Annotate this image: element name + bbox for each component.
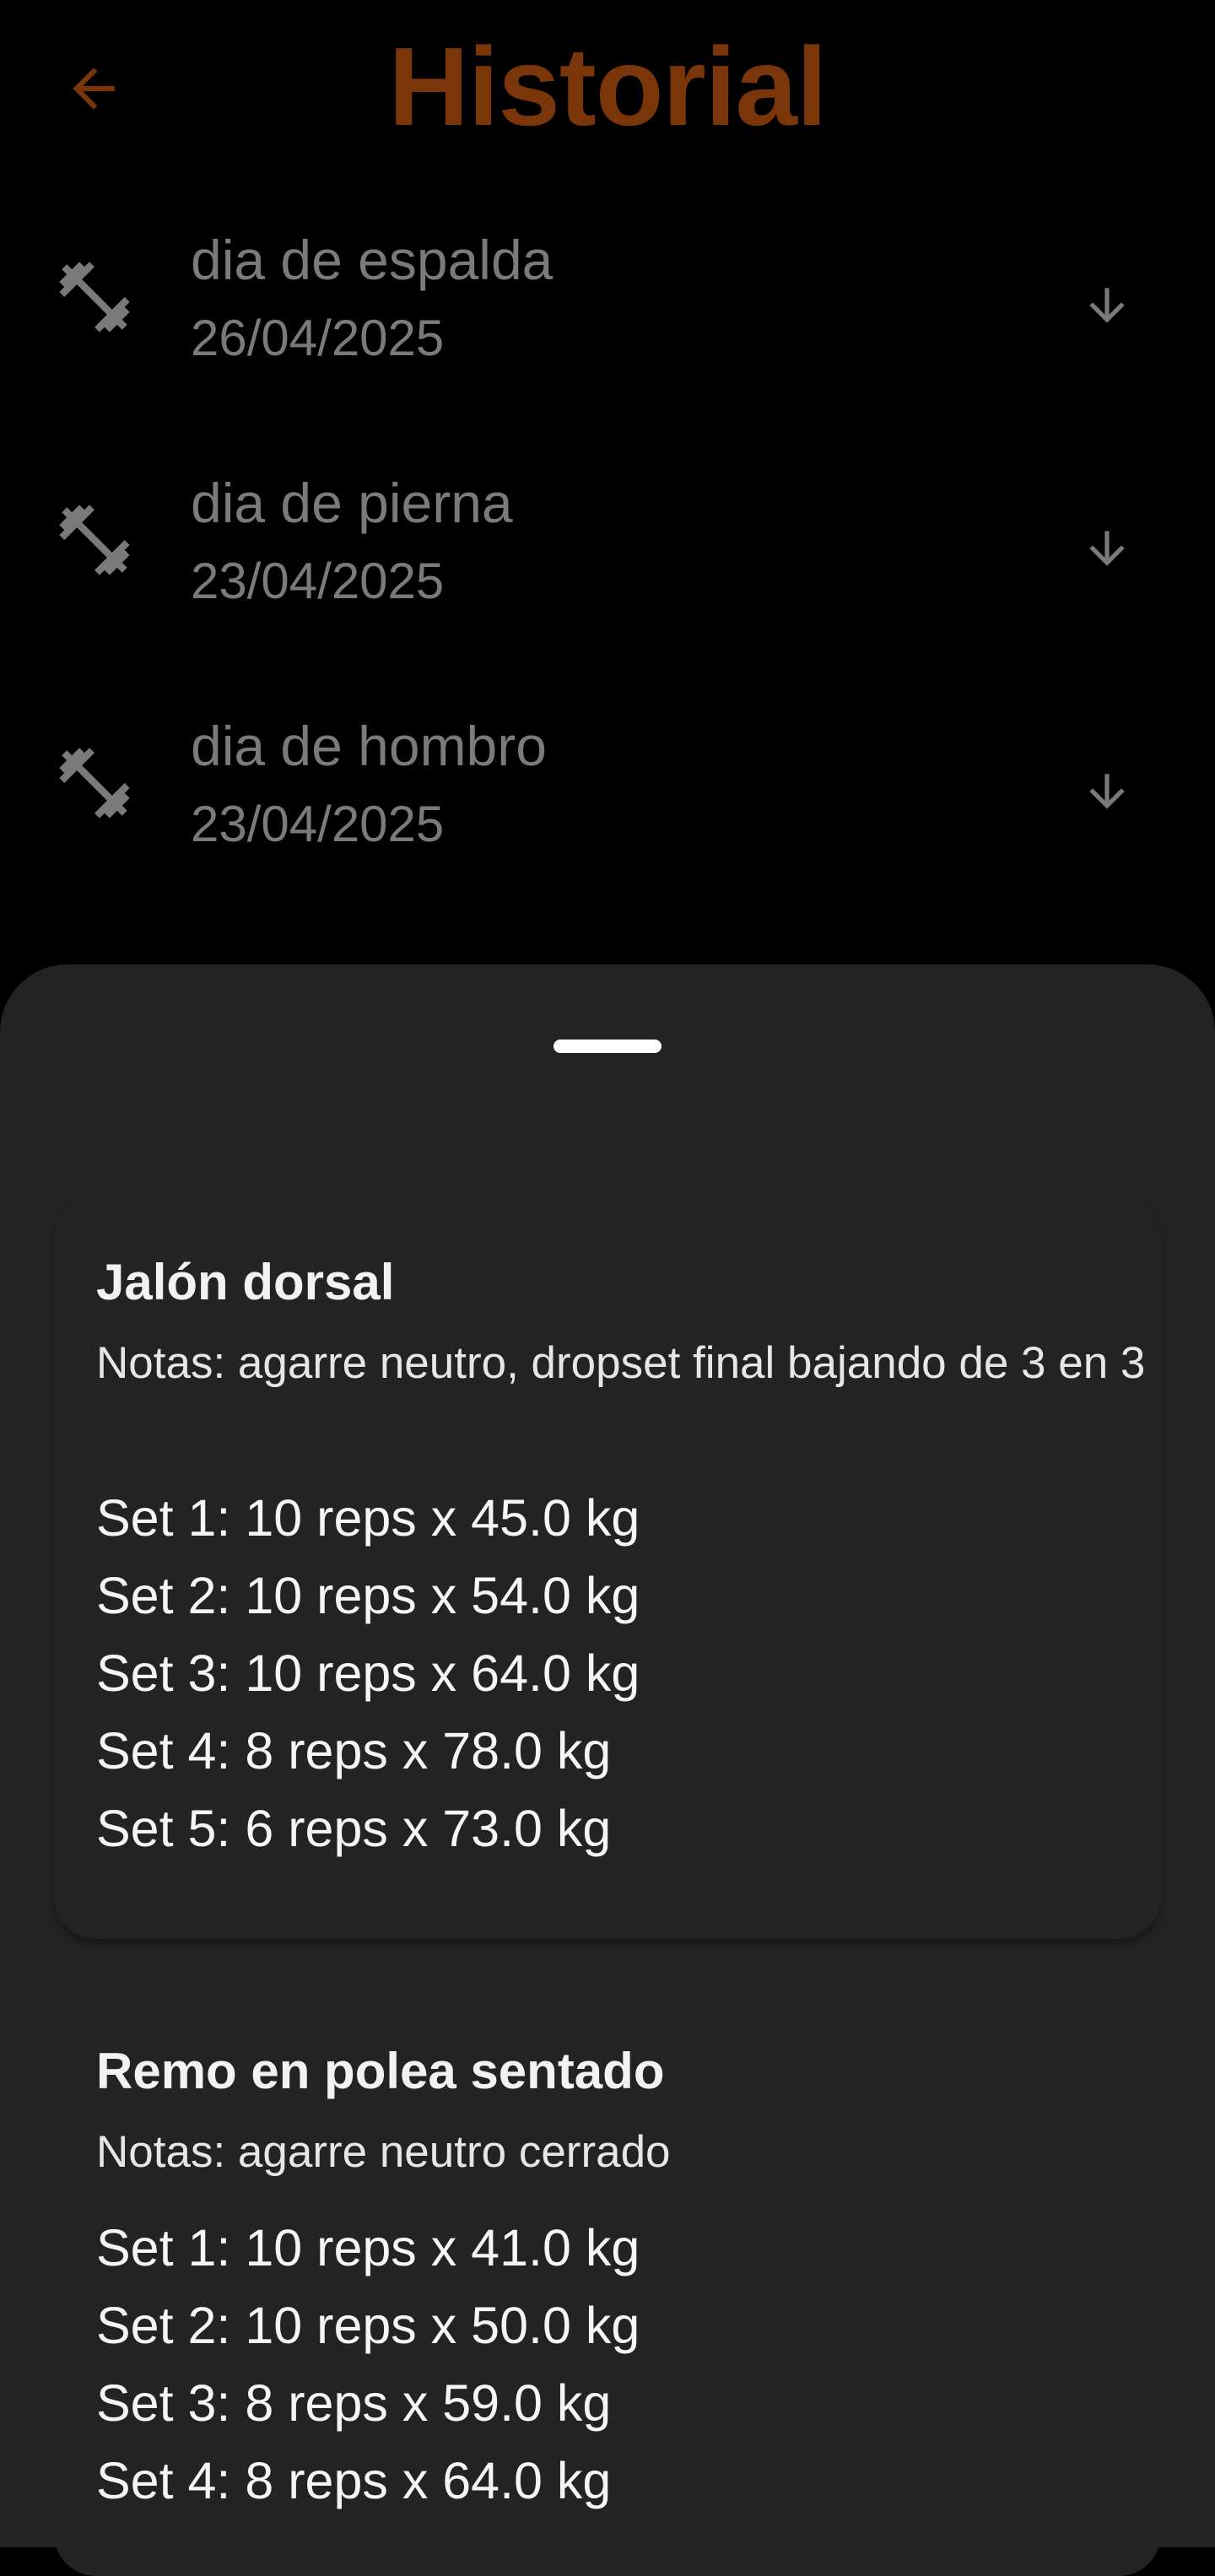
exercise-card: Jalón dorsal Notas: agarre neutro, drops… — [54, 1196, 1161, 1939]
set-list: Set 1: 10 reps x 45.0 kg Set 2: 10 reps … — [96, 1479, 1109, 1867]
exercise-card: Remo en polea sentado Notas: agarre neut… — [54, 1985, 1161, 2576]
dumbbell-icon — [59, 748, 130, 818]
workout-date: 23/04/2025 — [191, 796, 445, 852]
set-line: Set 3: 8 reps x 59.0 kg — [96, 2374, 612, 2432]
expand-button[interactable] — [1072, 756, 1142, 827]
arrow-down-icon — [1089, 774, 1125, 809]
sheet-drag-handle[interactable] — [554, 1040, 662, 1053]
set-line: Set 5: 6 reps x 73.0 kg — [96, 1800, 612, 1857]
workout-detail-sheet: Jalón dorsal Notas: agarre neutro, drops… — [0, 964, 1215, 2576]
history-item[interactable]: dia de pierna 23/04/2025 — [0, 446, 1215, 689]
set-line: Set 1: 10 reps x 45.0 kg — [96, 1489, 640, 1547]
history-item[interactable]: dia de hombro 23/04/2025 — [0, 689, 1215, 932]
set-line: Set 4: 8 reps x 64.0 kg — [96, 2452, 612, 2509]
workout-history-list: dia de espalda 26/04/2025 dia de pierna … — [0, 203, 1215, 932]
workout-title: dia de pierna — [191, 472, 513, 534]
workout-date: 23/04/2025 — [191, 553, 445, 609]
top-app-bar: Historial — [0, 0, 1215, 169]
set-line: Set 4: 8 reps x 78.0 kg — [96, 1722, 612, 1779]
set-line: Set 1: 10 reps x 41.0 kg — [96, 2219, 640, 2276]
set-line: Set 2: 10 reps x 54.0 kg — [96, 1567, 640, 1624]
exercise-name: Jalón dorsal — [96, 1254, 395, 1310]
workout-title: dia de hombro — [191, 715, 547, 777]
page-title: Historial — [388, 24, 827, 149]
exercise-notes: Notas: agarre neutro, dropset final baja… — [96, 1338, 1146, 1388]
set-line: Set 3: 10 reps x 64.0 kg — [96, 1644, 640, 1702]
expand-button[interactable] — [1072, 270, 1142, 341]
history-item[interactable]: dia de espalda 26/04/2025 — [0, 203, 1215, 446]
exercise-name: Remo en polea sentado — [96, 2043, 665, 2099]
dumbbell-icon — [59, 262, 130, 332]
dumbbell-icon — [59, 505, 130, 575]
expand-button[interactable] — [1072, 513, 1142, 584]
set-list: Set 1: 10 reps x 41.0 kg Set 2: 10 reps … — [96, 2209, 1109, 2519]
arrow-down-icon — [1089, 288, 1125, 323]
arrow-down-icon — [1089, 531, 1125, 566]
workout-title: dia de espalda — [191, 229, 554, 291]
set-line: Set 2: 10 reps x 50.0 kg — [96, 2297, 640, 2354]
exercise-notes: Notas: agarre neutro cerrado — [96, 2127, 671, 2177]
workout-date: 26/04/2025 — [191, 310, 445, 366]
